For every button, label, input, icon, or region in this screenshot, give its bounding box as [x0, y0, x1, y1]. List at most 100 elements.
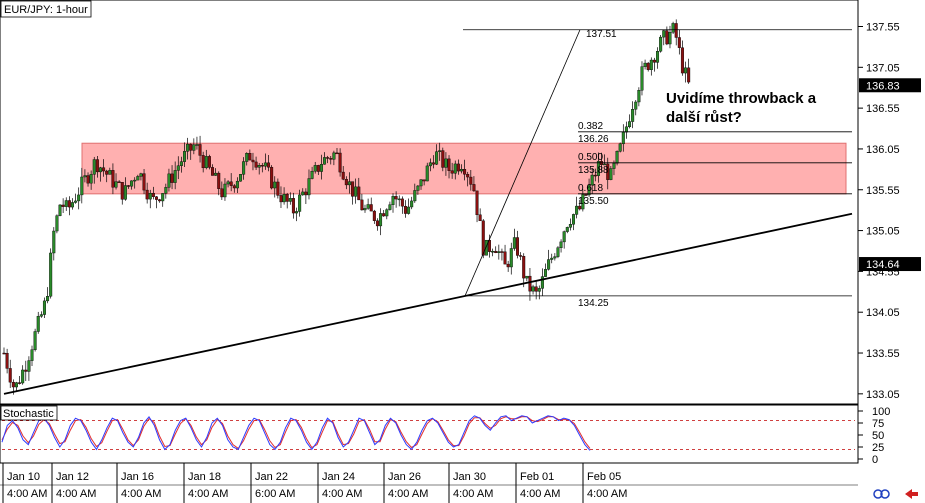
candle-body — [407, 206, 411, 214]
candle-body — [257, 165, 261, 168]
candle-body — [8, 368, 12, 383]
candle-body — [360, 199, 364, 211]
candle-body — [631, 109, 635, 122]
price-tick-label: 136.05 — [866, 144, 900, 156]
candle-body — [235, 180, 239, 189]
candle-body — [435, 151, 439, 165]
time-tick-date: Jan 22 — [255, 471, 288, 483]
candle-body — [475, 190, 479, 216]
candle-body — [326, 157, 330, 159]
candle-body — [214, 172, 218, 176]
candle-body — [643, 62, 647, 67]
time-tick-time: 6:00 AM — [255, 488, 295, 500]
candle-body — [403, 205, 407, 214]
fibonacci-ratio-label: 0.500 — [578, 152, 603, 163]
candle-body — [192, 144, 196, 151]
candle-body — [133, 179, 137, 182]
candle-body — [624, 126, 628, 133]
candle-body — [656, 51, 660, 63]
stochastic-tick-label: 50 — [872, 430, 884, 442]
candle-body — [659, 36, 663, 52]
candle-body — [444, 158, 448, 168]
candle-body — [621, 131, 625, 145]
candle-body — [646, 62, 650, 70]
candle-body — [148, 192, 152, 200]
candle-body — [49, 252, 53, 297]
candle-body — [394, 196, 398, 200]
candle-body — [519, 255, 523, 257]
candle-body — [285, 193, 289, 202]
candle-body — [5, 352, 9, 369]
fibonacci-price-label: 136.26 — [578, 134, 609, 145]
annotation-line-1: Uvidíme throwback a — [666, 90, 817, 107]
candle-body — [92, 159, 96, 175]
candle-body — [372, 210, 376, 221]
candle-body — [640, 66, 644, 91]
candle-body — [89, 174, 93, 184]
candle-body — [36, 316, 40, 332]
candle-body — [413, 190, 417, 202]
candle-body — [105, 170, 109, 175]
candle-body — [316, 165, 320, 172]
candle-body — [164, 187, 168, 194]
time-tick-time: 4:00 AM — [453, 488, 493, 500]
price-tick-label: 134.05 — [866, 307, 900, 319]
candle-body — [11, 381, 15, 388]
chart-title: EUR/JPY: 1-hour — [4, 4, 88, 16]
swing-high-label: 137.51 — [586, 29, 617, 40]
candle-body — [431, 162, 435, 165]
candle-body — [459, 169, 463, 172]
candle-body — [136, 176, 140, 181]
candle-body — [313, 165, 317, 172]
candle-body — [522, 256, 526, 279]
candle-body — [382, 213, 386, 217]
candle-body — [61, 204, 65, 207]
candle-body — [170, 173, 174, 183]
price-tick-label: 136.55 — [866, 103, 900, 115]
candle-body — [139, 173, 143, 177]
candle-body — [95, 159, 99, 173]
candle-body — [123, 185, 127, 200]
candle-body — [463, 169, 467, 175]
candle-body — [245, 153, 249, 162]
candle-body — [319, 164, 323, 172]
time-tick-date: Jan 24 — [322, 471, 355, 483]
fibonacci-ratio-label: 0.618 — [578, 183, 603, 194]
candle-body — [30, 349, 34, 361]
candle-body — [662, 30, 666, 38]
candle-body — [167, 173, 171, 188]
candle-body — [130, 180, 134, 187]
candle-body — [428, 162, 432, 167]
swing-low-label: 134.25 — [578, 298, 609, 309]
candle-body — [151, 192, 155, 197]
candle-body — [634, 101, 638, 110]
candle-body — [512, 237, 516, 249]
candle-body — [469, 176, 473, 185]
candle-body — [680, 47, 684, 74]
candle-body — [410, 200, 414, 208]
last-price-badge: 136.83 — [859, 78, 921, 93]
candle-body — [46, 296, 50, 302]
candle-body — [58, 204, 62, 216]
time-tick-time: 4:00 AM — [121, 488, 161, 500]
candle-body — [323, 157, 327, 165]
candle-body — [80, 176, 84, 196]
stochastic-title: Stochastic — [3, 408, 54, 420]
fibonacci-price-label: 135.88 — [578, 165, 609, 176]
candle-body — [310, 170, 314, 179]
candle-body — [478, 214, 482, 222]
candle-body — [425, 165, 429, 182]
candle-body — [491, 250, 495, 253]
annotation-line-2: další růst? — [666, 109, 742, 126]
candle-body — [351, 181, 355, 197]
candle-body — [329, 158, 333, 160]
candle-body — [304, 191, 308, 196]
candle-body — [207, 156, 211, 168]
candle-body — [441, 150, 445, 168]
candle-body — [677, 37, 681, 48]
fibonacci-ratio-label: 0.382 — [578, 121, 603, 132]
candle-body — [14, 382, 18, 388]
resistance-zone — [81, 142, 847, 195]
candle-body — [472, 184, 476, 192]
price-tick-label: 133.05 — [866, 389, 900, 401]
